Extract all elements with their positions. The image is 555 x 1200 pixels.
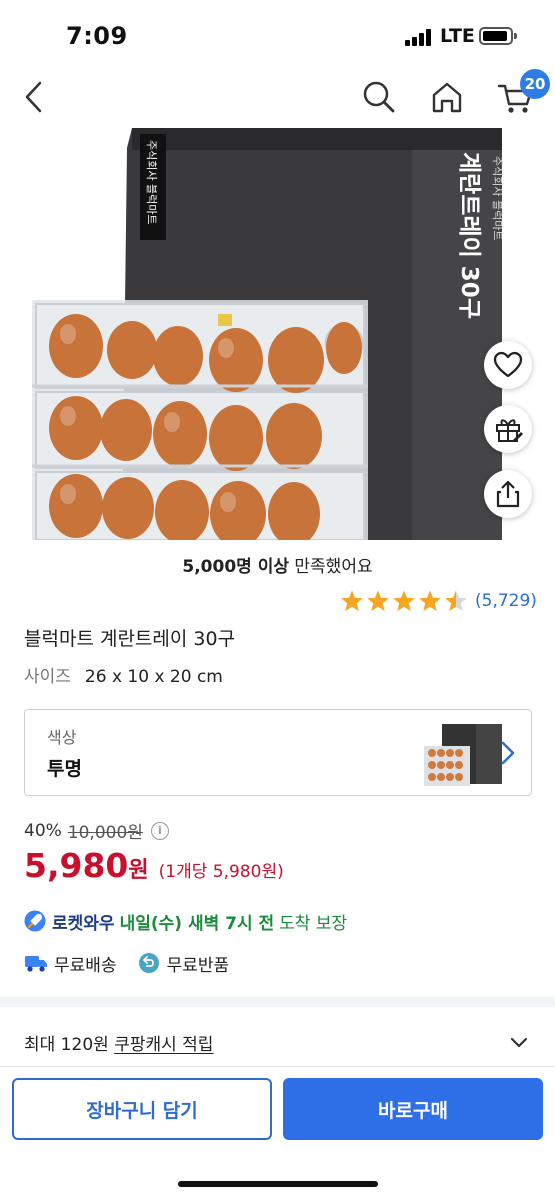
color-option-selector[interactable]: 색상 투명 (24, 709, 532, 796)
option-label: 색상 (47, 728, 77, 747)
free-return: 무료반품 (166, 955, 230, 976)
price-currency: 원 (128, 858, 149, 883)
discount-rate: 40% (24, 820, 62, 841)
chevron-right-icon (501, 741, 515, 765)
buy-now-button[interactable]: 바로구매 (283, 1078, 543, 1140)
price-number: 5,980 (24, 846, 129, 885)
share-button[interactable] (484, 470, 532, 518)
add-to-cart-button[interactable]: 장바구니 담기 (12, 1078, 272, 1140)
gift-button[interactable] (484, 405, 532, 453)
delivery-eta: 내일(수) 새벽 7시 전 (119, 913, 275, 934)
chevron-down-icon[interactable] (508, 1033, 530, 1053)
home-icon[interactable] (428, 78, 466, 116)
star-rating (340, 589, 469, 613)
rocket-icon (24, 910, 46, 932)
original-price: 10,000원 (67, 823, 143, 843)
gift-icon (496, 419, 523, 442)
share-icon (496, 480, 520, 508)
search-icon[interactable] (360, 78, 398, 116)
delivery-guarantee: 도착 보장 (279, 913, 348, 934)
battery-icon (479, 27, 517, 45)
cash-link[interactable]: 쿠팡캐시 적립 (114, 1035, 213, 1055)
size-value: 26 x 10 x 20 cm (84, 667, 223, 687)
rocket-delivery-line: 로켓와우 내일(수) 새벽 7시 전 도착 보장 (24, 908, 347, 934)
cash-prefix: 최대 120원 (24, 1035, 115, 1055)
bottom-action-bar: 장바구니 담기 바로구매 (0, 1066, 555, 1200)
top-nav: 20 (0, 66, 555, 128)
review-count[interactable]: (5,729) (475, 591, 537, 611)
cash-reward-line[interactable]: 최대 120원 쿠팡캐시 적립 (24, 1030, 213, 1055)
signal-icon (405, 28, 435, 46)
rating[interactable]: (5,729) (340, 588, 537, 614)
size-label: 사이즈 (24, 667, 71, 687)
heart-icon (493, 351, 523, 378)
home-indicator (178, 1181, 378, 1187)
cart-count-badge: 20 (520, 69, 550, 99)
satisfaction-text: 5,000명 이상 만족했어요 (0, 552, 555, 577)
unit-price: (1개당 5,980원) (158, 862, 284, 882)
truck-icon (25, 956, 47, 972)
rocket-brand: 로켓와우 (52, 913, 115, 934)
status-time: 7:09 (66, 22, 128, 50)
section-divider (0, 997, 555, 1007)
perks-line: 무료배송 무료반품 (24, 950, 229, 976)
satisfaction-count: 5,000명 이상 (182, 557, 289, 577)
product-image[interactable]: 주식회사 블럭마트 계란트레이 30구 주식회사 블럭마트 (32, 128, 523, 540)
info-icon[interactable]: i (150, 821, 169, 840)
satisfaction-suffix: 만족했어요 (289, 557, 373, 577)
free-shipping: 무료배송 (54, 955, 117, 976)
chevron-left-icon[interactable] (18, 78, 52, 116)
box-front-text: 계란트레이 30구 (456, 152, 482, 319)
status-bar: 7:09 LTE (0, 0, 555, 66)
product-photo: 주식회사 블럭마트 계란트레이 30구 주식회사 블럭마트 (32, 128, 504, 540)
product-title: 블럭마트 계란트레이 30구 (24, 628, 236, 650)
return-icon (138, 953, 159, 973)
wishlist-button[interactable] (484, 341, 532, 389)
option-thumbnail (424, 724, 502, 786)
discount-line: 40% 10,000원 i (24, 818, 169, 843)
sale-price: 5,980 원 (1개당 5,980원) (24, 846, 284, 885)
option-value: 투명 (47, 758, 82, 780)
box-front-small-text: 주식회사 블럭마트 (491, 156, 504, 240)
star-icon-row (341, 590, 467, 611)
box-side-text: 주식회사 블럭마트 (145, 140, 158, 224)
network-label: LTE (440, 25, 475, 47)
product-size: 사이즈 26 x 10 x 20 cm (24, 662, 223, 687)
